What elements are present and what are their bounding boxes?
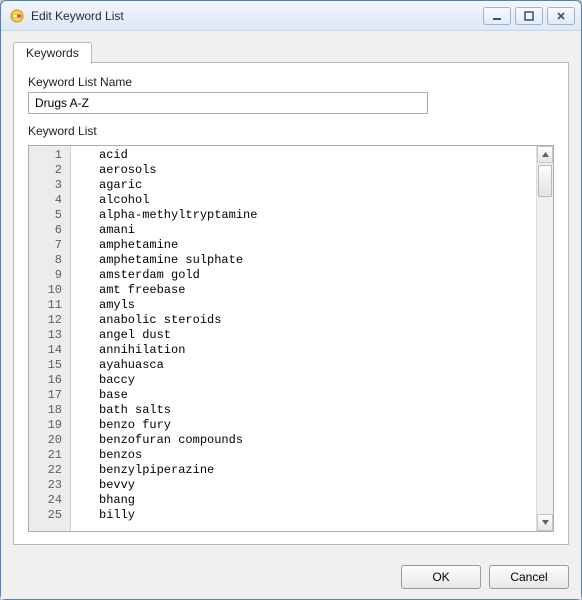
- keyword-row[interactable]: acid: [99, 148, 536, 163]
- line-number: 4: [33, 193, 62, 208]
- keyword-row[interactable]: amani: [99, 223, 536, 238]
- tab-strip: Keywords: [13, 41, 569, 63]
- keyword-row[interactable]: amyls: [99, 298, 536, 313]
- keyword-row[interactable]: aerosols: [99, 163, 536, 178]
- scroll-track[interactable]: [537, 163, 553, 514]
- ok-button[interactable]: OK: [401, 565, 481, 589]
- titlebar[interactable]: Edit Keyword List: [1, 1, 581, 31]
- scroll-thumb[interactable]: [538, 165, 552, 197]
- window-controls: [483, 7, 575, 25]
- cancel-button[interactable]: Cancel: [489, 565, 569, 589]
- keyword-row[interactable]: alpha-methyltryptamine: [99, 208, 536, 223]
- line-number: 16: [33, 373, 62, 388]
- line-number: 23: [33, 478, 62, 493]
- maximize-button[interactable]: [515, 7, 543, 25]
- close-icon: [556, 11, 566, 21]
- keyword-row[interactable]: annihilation: [99, 343, 536, 358]
- keyword-row[interactable]: amt freebase: [99, 283, 536, 298]
- vertical-scrollbar[interactable]: [536, 146, 553, 531]
- line-number: 11: [33, 298, 62, 313]
- line-number: 24: [33, 493, 62, 508]
- line-number: 9: [33, 268, 62, 283]
- keyword-row[interactable]: angel dust: [99, 328, 536, 343]
- keyword-list-name-label: Keyword List Name: [28, 75, 554, 89]
- client-area: Keywords Keyword List Name Keyword List …: [1, 31, 581, 555]
- line-number: 19: [33, 418, 62, 433]
- line-number: 13: [33, 328, 62, 343]
- keyword-row[interactable]: benzo fury: [99, 418, 536, 433]
- minimize-icon: [492, 11, 502, 21]
- minimize-button[interactable]: [483, 7, 511, 25]
- keyword-row[interactable]: base: [99, 388, 536, 403]
- tab-strip-filler: [92, 41, 569, 63]
- keyword-row[interactable]: amphetamine: [99, 238, 536, 253]
- keyword-row[interactable]: bath salts: [99, 403, 536, 418]
- keyword-row[interactable]: agaric: [99, 178, 536, 193]
- line-number: 1: [33, 148, 62, 163]
- line-number: 14: [33, 343, 62, 358]
- keyword-row[interactable]: billy: [99, 508, 536, 523]
- keyword-row[interactable]: amphetamine sulphate: [99, 253, 536, 268]
- keyword-row[interactable]: amsterdam gold: [99, 268, 536, 283]
- close-button[interactable]: [547, 7, 575, 25]
- keyword-row[interactable]: benzos: [99, 448, 536, 463]
- keyword-row[interactable]: bhang: [99, 493, 536, 508]
- tab-panel-keywords: Keyword List Name Keyword List 123456789…: [13, 62, 569, 545]
- line-number: 3: [33, 178, 62, 193]
- line-number: 25: [33, 508, 62, 523]
- keyword-row[interactable]: anabolic steroids: [99, 313, 536, 328]
- chevron-up-icon: [542, 152, 549, 157]
- line-number: 5: [33, 208, 62, 223]
- line-number: 6: [33, 223, 62, 238]
- line-number: 8: [33, 253, 62, 268]
- scroll-down-button[interactable]: [537, 514, 553, 531]
- keyword-row[interactable]: alcohol: [99, 193, 536, 208]
- keyword-row[interactable]: benzylpiperazine: [99, 463, 536, 478]
- keyword-list-name-input[interactable]: [28, 92, 428, 114]
- line-number: 7: [33, 238, 62, 253]
- line-number: 20: [33, 433, 62, 448]
- chevron-down-icon: [542, 520, 549, 525]
- line-number: 17: [33, 388, 62, 403]
- edit-keyword-list-dialog: Edit Keyword List Keywords Keyword List …: [0, 0, 582, 600]
- keyword-row[interactable]: baccy: [99, 373, 536, 388]
- window-title: Edit Keyword List: [31, 9, 483, 23]
- tab-keywords[interactable]: Keywords: [13, 42, 92, 64]
- line-number-gutter: 1234567891011121314151617181920212223242…: [29, 146, 71, 531]
- app-icon: [9, 8, 25, 24]
- scroll-up-button[interactable]: [537, 146, 553, 163]
- keyword-text-area[interactable]: acidaerosolsagaricalcoholalpha-methyltry…: [71, 146, 536, 531]
- keyword-editor[interactable]: 1234567891011121314151617181920212223242…: [28, 145, 554, 532]
- line-number: 10: [33, 283, 62, 298]
- keyword-row[interactable]: benzofuran compounds: [99, 433, 536, 448]
- line-number: 12: [33, 313, 62, 328]
- line-number: 2: [33, 163, 62, 178]
- line-number: 21: [33, 448, 62, 463]
- keyword-list-label: Keyword List: [28, 124, 554, 138]
- keyword-row[interactable]: bevvy: [99, 478, 536, 493]
- line-number: 18: [33, 403, 62, 418]
- keyword-row[interactable]: ayahuasca: [99, 358, 536, 373]
- maximize-icon: [524, 11, 534, 21]
- line-number: 22: [33, 463, 62, 478]
- dialog-footer: OK Cancel: [1, 555, 581, 599]
- line-number: 15: [33, 358, 62, 373]
